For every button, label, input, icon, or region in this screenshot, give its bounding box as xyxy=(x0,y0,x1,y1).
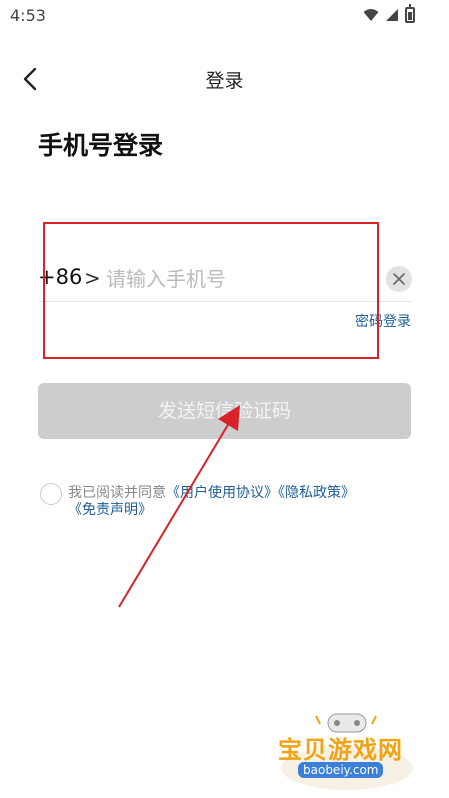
annotation-highlight-box xyxy=(43,222,379,359)
close-icon xyxy=(393,273,405,285)
status-time: 4:53 xyxy=(10,6,46,25)
battery-icon xyxy=(405,4,415,23)
disclaimer-link[interactable]: 《免责声明》 xyxy=(68,502,152,518)
privacy-policy-link[interactable]: 《隐私政策》 xyxy=(278,485,355,501)
user-agreement-link[interactable]: 《用户使用协议》 xyxy=(166,485,278,501)
header-title: 登录 xyxy=(205,70,244,92)
watermark-url: baobeiy.com xyxy=(298,762,384,778)
watermark-text: 宝贝游戏网 xyxy=(278,736,403,764)
agreement-text-line2: 《免责声明》 xyxy=(68,499,152,519)
clear-button[interactable] xyxy=(386,266,412,292)
wifi-icon xyxy=(363,9,379,21)
signal-icon xyxy=(386,9,398,21)
status-icons xyxy=(363,4,415,24)
send-code-button[interactable]: 发送短信验证码 xyxy=(38,383,411,439)
page-title: 手机号登录 xyxy=(38,131,164,160)
agreement-checkbox[interactable] xyxy=(40,483,62,505)
